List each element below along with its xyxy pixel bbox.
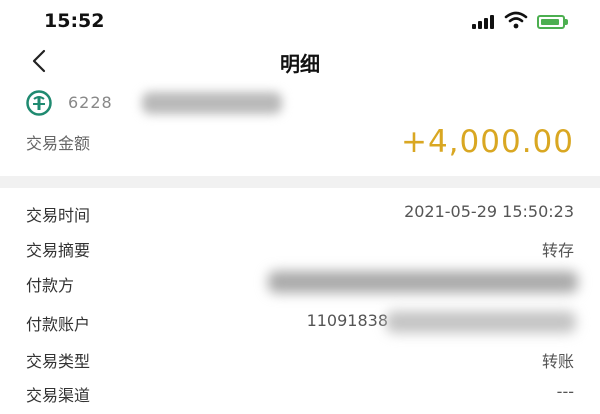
account-number-blur [142,92,282,114]
detail-value: 转存 [541,241,574,260]
detail-value: 11091838 [306,311,388,330]
payer-name-blur [268,271,578,293]
detail-label: 交易时间 [26,206,91,225]
status-time: 15:52 [44,10,105,32]
detail-label: 付款账户 [26,315,91,334]
detail-row-channel: 交易渠道 --- [0,374,600,414]
detail-row-summary: 交易摘要 转存 [0,229,600,269]
detail-value: --- [556,382,574,401]
detail-row-time: 交易时间 2021-05-29 15:50:23 [0,194,600,234]
detail-label: 交易类型 [26,352,91,371]
status-bar: 15:52 [0,0,600,40]
bank-logo-icon [26,90,52,116]
payer-account-blur [386,311,576,333]
signal-bars-icon [472,15,496,29]
battery-charging-icon [537,15,565,29]
amount-value: +4,000.00 [400,124,574,160]
section-divider [0,176,600,188]
detail-row-payer-account: 付款账户 11091838 [0,303,600,343]
detail-value: 2021-05-29 15:50:23 [404,202,574,221]
detail-row-payer: 付款方 [0,264,600,304]
wifi-icon [504,11,528,29]
detail-value: 转账 [541,352,574,371]
nav-bar: 明细 [0,40,600,84]
amount-label: 交易金额 [26,134,91,153]
detail-label: 付款方 [26,276,75,295]
amount-row: 交易金额 +4,000.00 [0,122,600,170]
detail-label: 交易摘要 [26,241,91,260]
account-number: 6228 [68,93,113,112]
account-row: 6228 [0,86,600,120]
page-title: 明细 [280,52,320,76]
detail-label: 交易渠道 [26,386,91,405]
